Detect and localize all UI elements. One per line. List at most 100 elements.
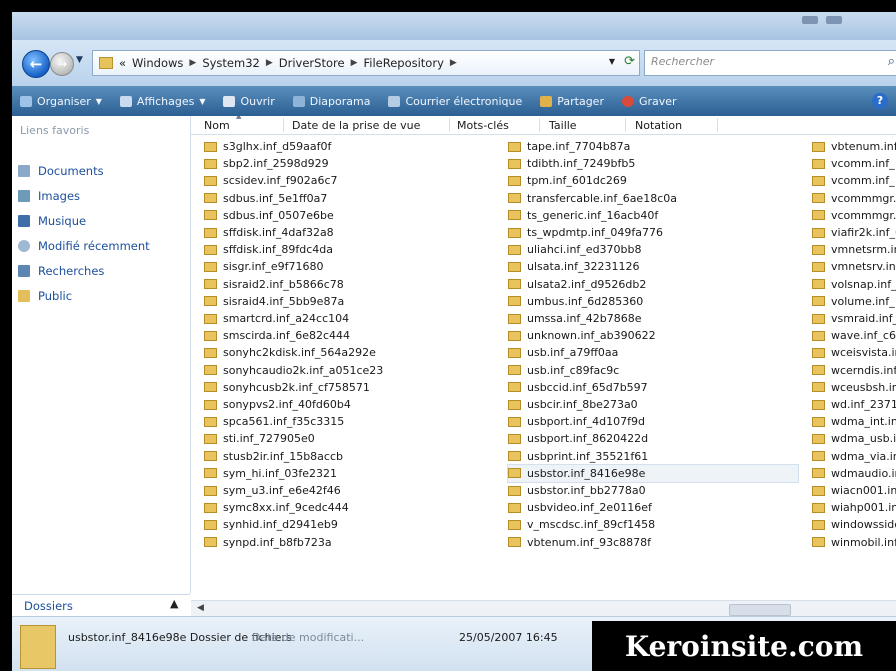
list-item[interactable]: s3glhx.inf_d59aaf0f <box>204 138 494 155</box>
list-item[interactable]: usbport.inf_4d107f9d <box>508 413 798 430</box>
breadcrumb-system32[interactable]: System32 <box>202 56 260 70</box>
list-item[interactable]: wceisvista.in <box>812 344 896 361</box>
list-item[interactable]: synpd.inf_b8fb723a <box>204 534 494 551</box>
breadcrumb-arrow-icon[interactable]: ▶ <box>189 58 196 68</box>
list-item[interactable]: vbtenum.inf_93c8878f <box>508 534 798 551</box>
list-item[interactable]: sisraid4.inf_5bb9e87a <box>204 293 494 310</box>
list-item[interactable]: sonypvs2.inf_40fd60b4 <box>204 396 494 413</box>
list-item[interactable]: sffdisk.inf_4daf32a8 <box>204 224 494 241</box>
list-item[interactable]: windowsside <box>812 516 896 533</box>
nav-item-musique[interactable]: Musique <box>18 212 86 230</box>
ouvrir-button[interactable]: Ouvrir <box>223 95 275 108</box>
list-item[interactable]: sonyhcaudio2k.inf_a051ce23 <box>204 362 494 379</box>
list-item[interactable]: wave.inf_c65 <box>812 327 896 344</box>
list-item[interactable]: umssa.inf_42b7868e <box>508 310 798 327</box>
list-item[interactable]: vbtenum.inf <box>812 138 896 155</box>
list-item[interactable]: spca561.inf_f35c3315 <box>204 413 494 430</box>
list-item[interactable]: ulsata2.inf_d9526db2 <box>508 276 798 293</box>
recent-pages-dropdown[interactable]: ▼ <box>76 55 83 65</box>
list-item[interactable]: usbstor.inf_bb2778a0 <box>508 482 798 499</box>
list-item[interactable]: sdbus.inf_5e1ff0a7 <box>204 190 494 207</box>
list-item[interactable]: v_mscdsc.inf_89cf1458 <box>508 516 798 533</box>
list-item[interactable]: usb.inf_a79ff0aa <box>508 344 798 361</box>
breadcrumb[interactable]: « Windows ▶ System32 ▶ DriverStore ▶ Fil… <box>92 50 640 76</box>
list-item[interactable]: usbvideo.inf_2e0116ef <box>508 499 798 516</box>
list-item[interactable]: sffdisk.inf_89fdc4da <box>204 241 494 258</box>
partager-button[interactable]: Partager <box>540 95 604 108</box>
search-box[interactable]: Rechercher ⌕ <box>644 50 896 76</box>
list-item[interactable]: wiahp001.inf <box>812 499 896 516</box>
breadcrumb-arrow-icon[interactable]: ▶ <box>351 58 358 68</box>
column-divider[interactable] <box>539 118 540 132</box>
list-item[interactable]: tdibth.inf_7249bfb5 <box>508 155 798 172</box>
list-item[interactable]: wdma_usb.i <box>812 430 896 447</box>
list-item[interactable]: vcommmgr. <box>812 190 896 207</box>
column-divider[interactable] <box>717 118 718 132</box>
list-item[interactable]: usbcir.inf_8be273a0 <box>508 396 798 413</box>
list-item[interactable]: ts_wpdmtp.inf_049fa776 <box>508 224 798 241</box>
scrollbar-thumb[interactable] <box>729 604 791 616</box>
nav-item-documents[interactable]: Documents <box>18 162 104 180</box>
list-item[interactable]: vcomm.inf_ <box>812 155 896 172</box>
list-item[interactable]: sisgr.inf_e9f71680 <box>204 258 494 275</box>
search-input[interactable]: Rechercher <box>651 55 714 68</box>
forward-button[interactable]: → <box>50 52 74 76</box>
nav-item-recent[interactable]: Modifié récemment <box>18 237 150 255</box>
list-item[interactable]: wd.inf_2371f <box>812 396 896 413</box>
list-item[interactable]: tpm.inf_601dc269 <box>508 172 798 189</box>
list-item[interactable]: wdma_int.in <box>812 413 896 430</box>
list-item[interactable]: transfercable.inf_6ae18c0a <box>508 190 798 207</box>
column-divider[interactable] <box>283 118 284 132</box>
list-item[interactable]: uliahci.inf_ed370bb8 <box>508 241 798 258</box>
list-item[interactable]: volume.inf_ <box>812 293 896 310</box>
organiser-button[interactable]: Organiser ▼ <box>20 95 102 108</box>
column-taille[interactable]: Taille <box>549 119 577 132</box>
list-item[interactable]: stusb2ir.inf_15b8accb <box>204 448 494 465</box>
column-date[interactable]: Date de la prise de vue <box>292 119 420 132</box>
affichages-button[interactable]: Affichages ▼ <box>119 95 205 108</box>
folders-toggle[interactable]: Dossiers ▲ <box>12 594 190 617</box>
nav-item-recherches[interactable]: Recherches <box>18 262 104 280</box>
breadcrumb-arrow-icon[interactable]: ▶ <box>266 58 273 68</box>
list-item[interactable]: sonyhcusb2k.inf_cf758571 <box>204 379 494 396</box>
refresh-icon[interactable]: ⟳ <box>624 54 635 69</box>
search-icon[interactable]: ⌕ <box>888 54 895 69</box>
list-item[interactable]: tape.inf_7704b87a <box>508 138 798 155</box>
list-item[interactable]: wceusbsh.in <box>812 379 896 396</box>
horizontal-scrollbar[interactable]: ◀ <box>191 600 896 616</box>
breadcrumb-arrow-icon[interactable]: ▶ <box>450 58 457 68</box>
back-button[interactable]: ← <box>22 50 50 78</box>
list-item[interactable]: vcommmgr. <box>812 207 896 224</box>
list-item[interactable]: sdbus.inf_0507e6be <box>204 207 494 224</box>
list-item[interactable]: usbport.inf_8620422d <box>508 430 798 447</box>
column-nom[interactable]: Nom <box>204 119 230 132</box>
column-notation[interactable]: Notation <box>635 119 682 132</box>
list-item[interactable]: wdma_via.in <box>812 448 896 465</box>
column-divider[interactable] <box>625 118 626 132</box>
list-item[interactable]: wdmaudio.ir <box>812 465 896 482</box>
list-item[interactable]: smartcrd.inf_a24cc104 <box>204 310 494 327</box>
list-item[interactable]: winmobil.inf <box>812 534 896 551</box>
list-item[interactable]: ts_generic.inf_16acb40f <box>508 207 798 224</box>
list-item[interactable]: wiacn001.inf <box>812 482 896 499</box>
list-item[interactable]: volsnap.inf_ <box>812 276 896 293</box>
breadcrumb-overflow[interactable]: « <box>119 56 126 70</box>
courrier-button[interactable]: Courrier électronique <box>388 95 522 108</box>
list-item[interactable]: sisraid2.inf_b5866c78 <box>204 276 494 293</box>
list-item[interactable]: smscirda.inf_6e82c444 <box>204 327 494 344</box>
list-item[interactable]: usb.inf_c89fac9c <box>508 362 798 379</box>
list-item[interactable]: wcerndis.inf <box>812 362 896 379</box>
list-item[interactable]: vcomm.inf_ <box>812 172 896 189</box>
list-item[interactable]: vmnetsrm.in <box>812 241 896 258</box>
list-item[interactable]: usbstor.inf_8416e98e <box>507 463 799 483</box>
list-item[interactable]: sti.inf_727905e0 <box>204 430 494 447</box>
nav-item-public[interactable]: Public <box>18 287 72 305</box>
list-item[interactable]: sym_u3.inf_e6e42f46 <box>204 482 494 499</box>
list-item[interactable]: sbp2.inf_2598d929 <box>204 155 494 172</box>
minimize-button[interactable] <box>802 16 818 24</box>
nav-item-images[interactable]: Images <box>18 187 80 205</box>
list-item[interactable]: unknown.inf_ab390622 <box>508 327 798 344</box>
help-icon[interactable]: ? <box>872 93 888 109</box>
breadcrumb-filerepository[interactable]: FileRepository <box>363 56 443 70</box>
breadcrumb-driverstore[interactable]: DriverStore <box>279 56 345 70</box>
